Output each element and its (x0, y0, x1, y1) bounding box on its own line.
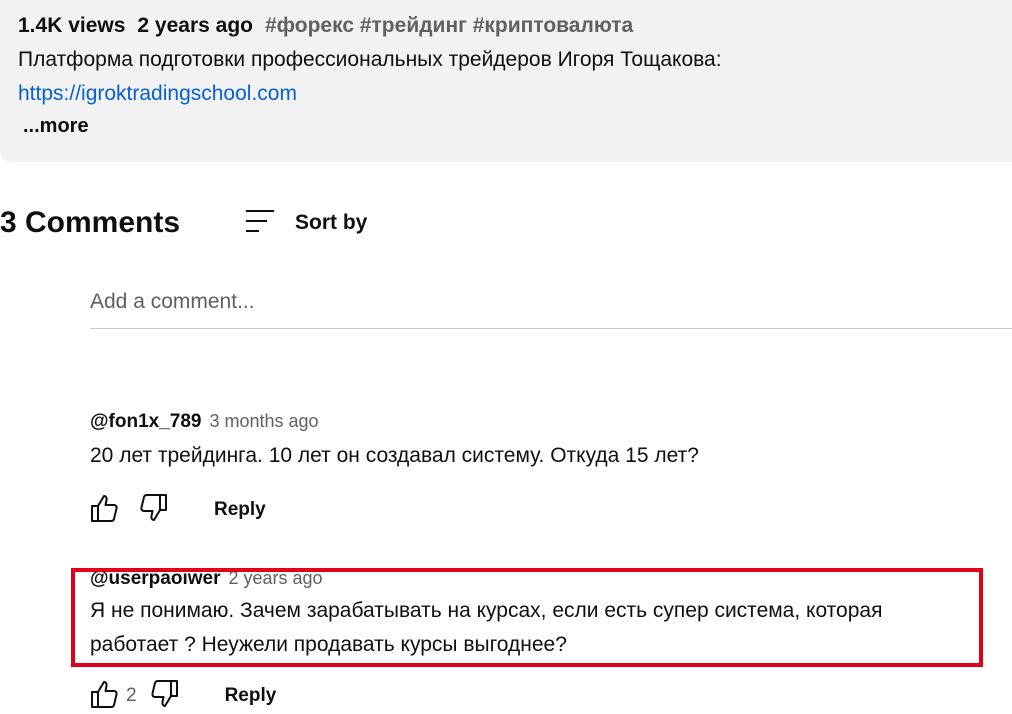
comment-item: @fon1x_789 3 months ago 20 лет трейдинга… (90, 411, 699, 473)
description-link[interactable]: https://igroktradingschool.com (18, 82, 297, 106)
sort-icon (243, 207, 275, 240)
thumbs-down-icon (139, 493, 169, 528)
video-description[interactable]: 1.4K views 2 years ago #форекс #трейдинг #… (0, 0, 1012, 162)
comment-time[interactable]: 2 years ago (228, 568, 322, 589)
sort-button[interactable]: Sort by (243, 206, 367, 240)
hashtags[interactable]: #форекс #трейдинг #криптовалюта (265, 14, 633, 37)
comment-actions: 2 Reply (88, 679, 277, 714)
comment-item: @userpaoiwer 2 years ago Я не понимаю. З… (90, 568, 882, 662)
comments-count: 3 Comments (0, 206, 181, 239)
comment-author[interactable]: @userpaoiwer (90, 568, 220, 590)
more-button[interactable]: ...more (23, 115, 89, 138)
comment-actions: Reply (88, 493, 266, 528)
like-button[interactable] (88, 494, 120, 526)
comment-header: @userpaoiwer 2 years ago (90, 568, 882, 590)
comment-text-line: Я не понимаю. Зачем зарабатывать на курс… (90, 599, 883, 622)
thumbs-up-icon (89, 493, 119, 528)
sort-label: Sort by (295, 211, 368, 234)
upload-age: 2 years ago (137, 14, 253, 37)
reply-button[interactable]: Reply (225, 685, 277, 707)
reply-button[interactable]: Reply (214, 499, 266, 521)
thumbs-down-icon (150, 679, 180, 714)
dislike-button[interactable] (149, 679, 181, 714)
dislike-button[interactable] (138, 493, 170, 528)
comment-header: @fon1x_789 3 months ago (90, 411, 699, 433)
view-count: 1.4K views (18, 14, 126, 37)
add-comment-input[interactable]: Add a comment... (90, 290, 1012, 329)
like-count: 2 (126, 685, 137, 706)
description-text: Платформа подготовки профессиональных тр… (18, 48, 722, 71)
comment-author[interactable]: @fon1x_789 (90, 411, 201, 433)
comment-text-line: работает ? Неужели продавать курсы выгод… (90, 633, 567, 656)
like-button[interactable] (88, 680, 120, 712)
thumbs-up-icon (89, 679, 119, 714)
video-meta: 1.4K views 2 years ago #форекс #трейдинг #… (18, 14, 633, 38)
comment-text: 20 лет трейдинга. 10 лет он создавал сис… (90, 444, 699, 467)
comment-time[interactable]: 3 months ago (209, 411, 318, 432)
